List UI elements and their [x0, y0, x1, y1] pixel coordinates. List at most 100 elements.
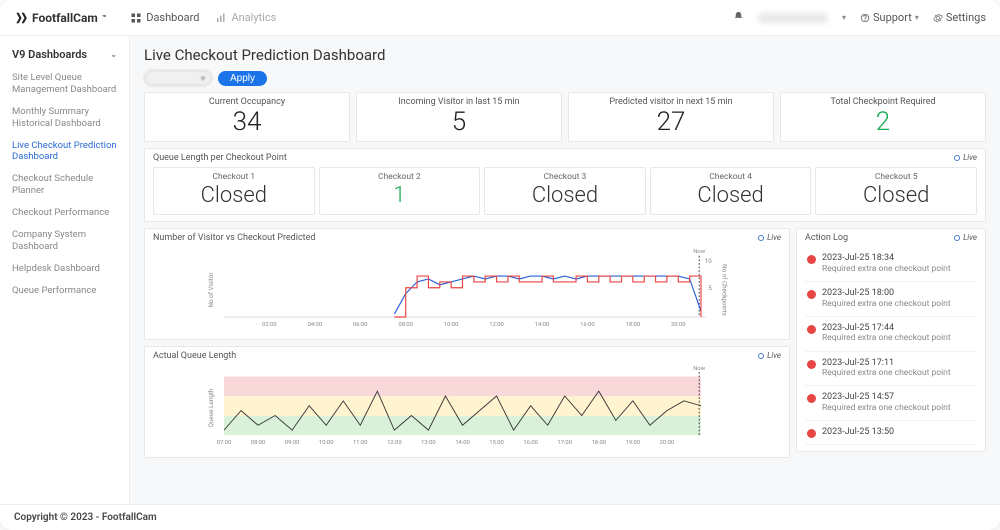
actionlog-item-1: 2023-Jul-25 18:00 Required extra one che…	[805, 282, 977, 317]
alert-dot-icon	[807, 255, 816, 264]
kpi-card-1: Incoming Visitor in last 15 min 5	[356, 92, 562, 142]
sidebar-collapse-icon: ⌄	[110, 50, 117, 59]
user-caret-icon: ▾	[842, 13, 846, 22]
chart2-ylabel: Queue Length	[207, 388, 215, 427]
actionlog-msg: Required extra one checkout point	[822, 403, 951, 414]
queue-card: Queue Length per Checkout Point Live Che…	[144, 148, 986, 222]
live-dot-icon	[758, 353, 764, 359]
sidebar-item-0[interactable]: Site Level Queue Management Dashboard	[12, 67, 117, 101]
user-name-blurred[interactable]	[758, 13, 828, 23]
svg-text:07:00: 07:00	[217, 440, 232, 446]
topbar-right: ▾ Support ▾ Settings	[733, 11, 986, 25]
actionlog-card: Action Log Live 2023-Jul-25 18:34 Requir…	[796, 228, 986, 452]
svg-text:17:00: 17:00	[557, 440, 572, 446]
actionlog-msg: Required extra one checkout point	[822, 333, 951, 344]
checkout-label: Checkout 4	[651, 172, 811, 182]
nav-analytics[interactable]: Analytics	[215, 11, 276, 24]
sidebar-item-4[interactable]: Checkout Performance	[12, 202, 117, 224]
actionlog-time: 2023-Jul-25 13:50	[822, 427, 894, 438]
two-col-layout: Number of Visitor vs Checkout Predicted …	[144, 228, 986, 458]
svg-text:12:00: 12:00	[489, 322, 504, 328]
checkout-label: Checkout 1	[154, 172, 314, 182]
svg-text:09:00: 09:00	[285, 440, 300, 446]
queuelen-chart-svg: Queue Length Now 07:0008:0009:0010:0011:…	[153, 363, 781, 453]
svg-text:12:00: 12:00	[387, 440, 402, 446]
sidebar: V9 Dashboards ⌄ Site Level Queue Managem…	[0, 36, 130, 504]
live-dot-icon	[954, 235, 960, 241]
svg-text:06:00: 06:00	[353, 322, 368, 328]
actionlog-item-4: 2023-Jul-25 14:57 Required extra one che…	[805, 386, 977, 421]
support-label: Support	[873, 11, 912, 24]
notification-bell[interactable]	[733, 11, 744, 25]
page-title: Live Checkout Prediction Dashboard	[144, 46, 986, 64]
actionlog-item-2: 2023-Jul-25 17:44 Required extra one che…	[805, 317, 977, 352]
chart1-now: Now	[693, 249, 706, 255]
settings-link[interactable]: Settings	[933, 11, 986, 24]
support-caret-icon: ▾	[915, 13, 919, 22]
queue-card-title: Queue Length per Checkout Point	[153, 153, 977, 163]
svg-text:16:00: 16:00	[523, 440, 538, 446]
brand-logo[interactable]: FootfallCam™	[14, 11, 106, 25]
kpi-row: Current Occupancy 34Incoming Visitor in …	[144, 92, 986, 142]
svg-text:18:00: 18:00	[626, 322, 641, 328]
dashboard-icon	[130, 12, 142, 24]
main-content[interactable]: Live Checkout Prediction Dashboard ▾ App…	[130, 36, 1000, 504]
alert-dot-icon	[807, 360, 816, 369]
analytics-icon	[215, 12, 227, 24]
nav-dashboard[interactable]: Dashboard	[130, 11, 199, 24]
actionlog-list[interactable]: 2023-Jul-25 18:34 Required extra one che…	[805, 247, 977, 445]
actionlog-item-3: 2023-Jul-25 17:11 Required extra one che…	[805, 352, 977, 387]
visitor-chart-live: Live	[758, 233, 781, 242]
kpi-value: 34	[145, 109, 349, 135]
visitor-chart-svg: No of Visitor No of Checkpoints 10 5 Now	[153, 245, 781, 335]
kpi-card-3: Total Checkpoint Required 2	[780, 92, 986, 142]
chart1-ylabel-left: No of Visitor	[207, 272, 215, 308]
sidebar-item-5[interactable]: Company System Dashboard	[12, 224, 117, 258]
sidebar-item-3[interactable]: Checkout Schedule Planner	[12, 168, 117, 202]
gear-icon	[933, 13, 943, 23]
queuelen-chart-card: Actual Queue Length Live Queue Length No…	[144, 346, 790, 458]
alert-dot-icon	[807, 394, 816, 403]
chart1-ylabel-right: No of Checkpoints	[721, 264, 729, 316]
actionlog-time: 2023-Jul-25 17:11	[822, 358, 951, 369]
sidebar-item-1[interactable]: Monthly Summary Historical Dashboard	[12, 101, 117, 135]
actionlog-live: Live	[954, 233, 977, 242]
sidebar-item-6[interactable]: Helpdesk Dashboard	[12, 258, 117, 280]
svg-text:13:00: 13:00	[421, 440, 436, 446]
alert-dot-icon	[807, 429, 816, 438]
svg-text:16:00: 16:00	[580, 322, 595, 328]
visitor-chart-title: Number of Visitor vs Checkout Predicted	[153, 233, 781, 243]
settings-label: Settings	[946, 11, 986, 24]
alert-dot-icon	[807, 325, 816, 334]
svg-text:11:00: 11:00	[353, 440, 368, 446]
logo-icon	[14, 11, 28, 25]
footer: Copyright © 2023 - FootfallCam	[0, 504, 1000, 530]
actionlog-title: Action Log	[805, 233, 977, 243]
kpi-label: Predicted visitor in next 15 min	[569, 97, 773, 107]
actionlog-msg: Required extra one checkout point	[822, 264, 951, 275]
sidebar-items: Site Level Queue Management DashboardMon…	[0, 67, 129, 301]
site-select[interactable]: ▾	[144, 70, 212, 86]
alert-dot-icon	[807, 290, 816, 299]
queue-live-label: Live	[963, 153, 977, 162]
svg-text:20:00: 20:00	[660, 440, 675, 446]
nav-tabs: Dashboard Analytics	[130, 11, 276, 24]
support-link[interactable]: Support ▾	[860, 11, 919, 24]
checkout-value: 1	[320, 183, 480, 208]
svg-text:02:00: 02:00	[262, 322, 277, 328]
sidebar-item-2[interactable]: Live Checkout Prediction Dashboard	[12, 135, 117, 169]
sidebar-item-7[interactable]: Queue Performance	[12, 280, 117, 302]
actionlog-item-0: 2023-Jul-25 18:34 Required extra one che…	[805, 247, 977, 282]
checkout-card-2: Checkout 3 Closed	[484, 167, 646, 215]
body: V9 Dashboards ⌄ Site Level Queue Managem…	[0, 36, 1000, 504]
kpi-card-0: Current Occupancy 34	[144, 92, 350, 142]
sidebar-heading[interactable]: V9 Dashboards ⌄	[0, 44, 129, 67]
svg-text:10:00: 10:00	[319, 440, 334, 446]
queue-live-indicator: Live	[954, 153, 977, 162]
kpi-label: Incoming Visitor in last 15 min	[357, 97, 561, 107]
svg-text:15:00: 15:00	[489, 440, 504, 446]
checkout-card-0: Checkout 1 Closed	[153, 167, 315, 215]
kpi-value: 2	[781, 109, 985, 135]
apply-button[interactable]: Apply	[218, 71, 267, 86]
checkout-label: Checkout 2	[320, 172, 480, 182]
